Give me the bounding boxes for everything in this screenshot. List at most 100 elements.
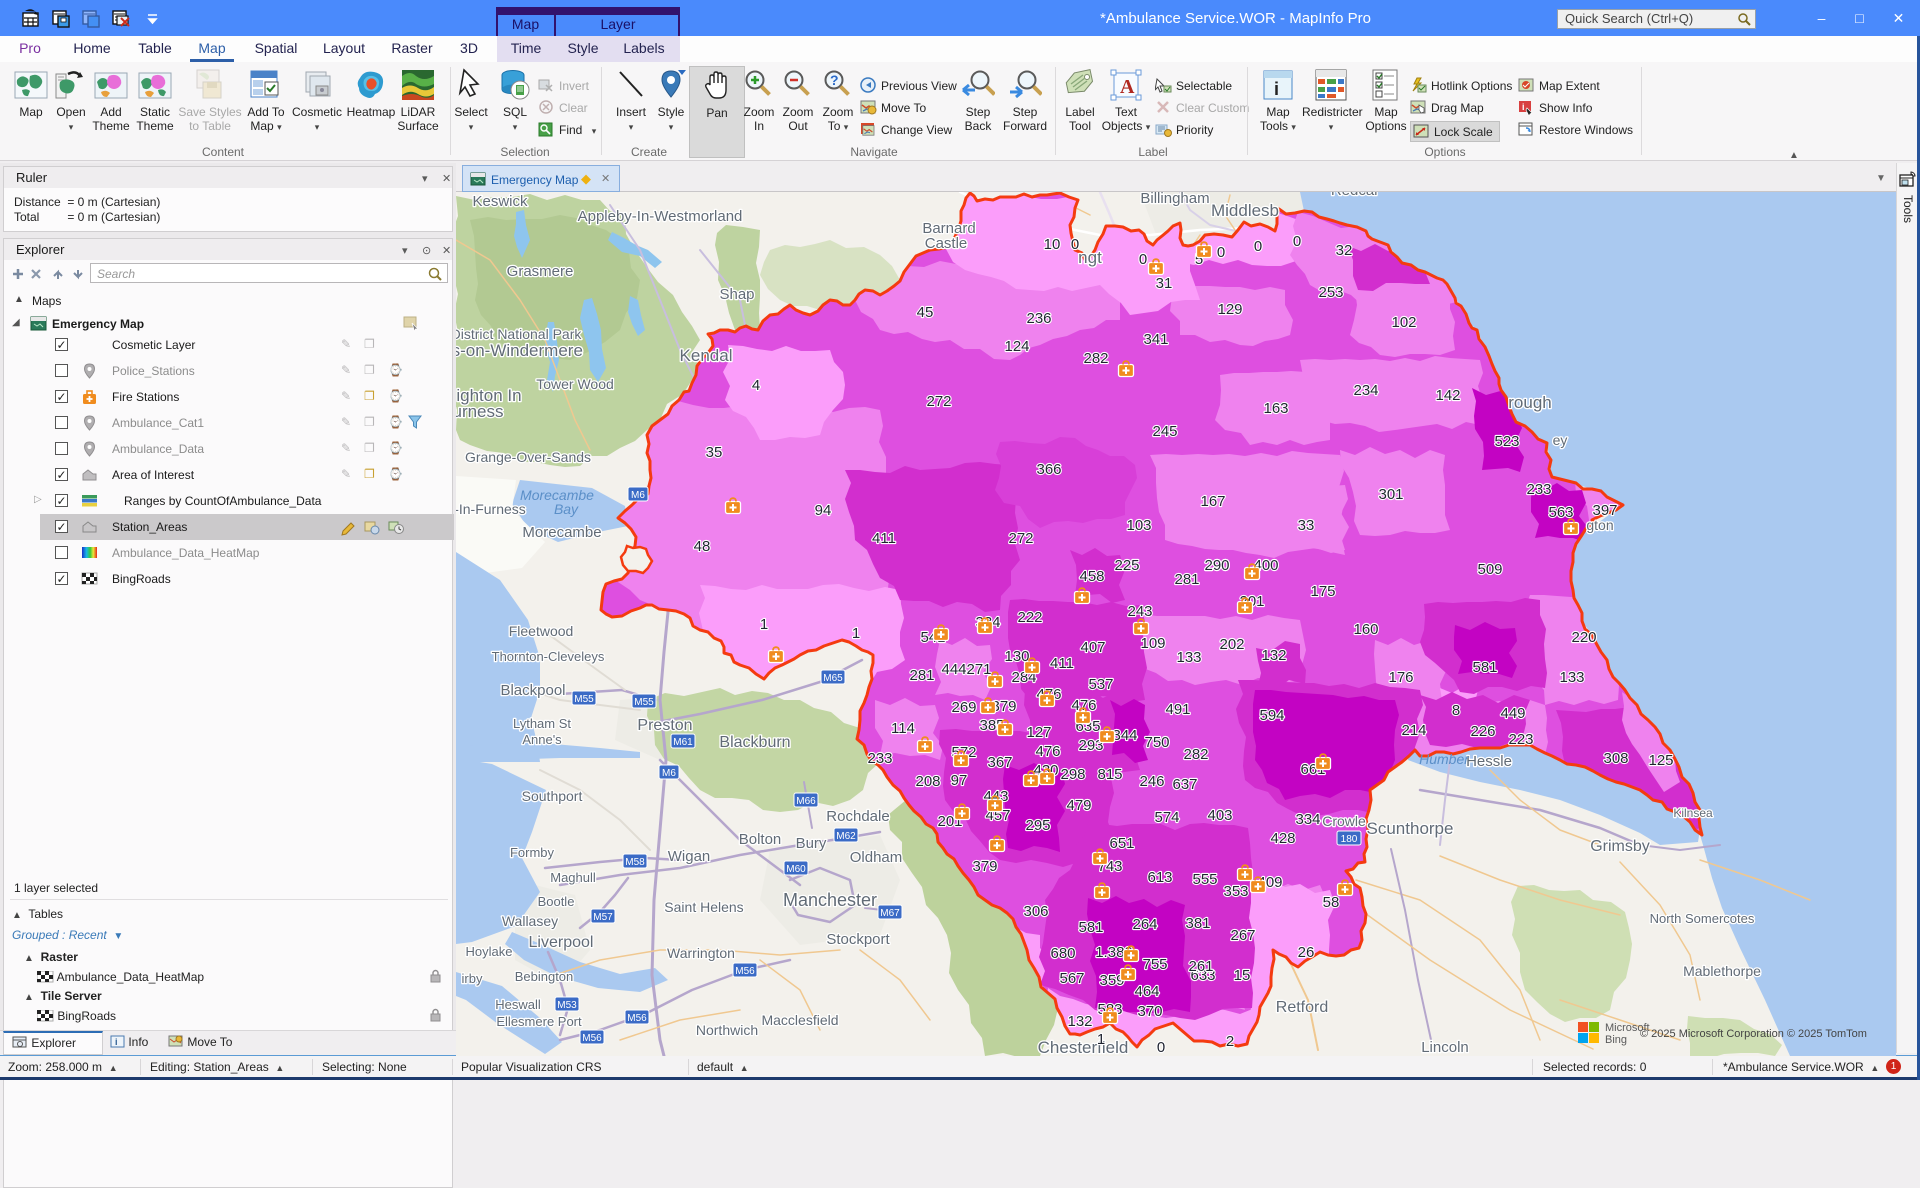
svg-text:574: 574: [1154, 809, 1179, 826]
svg-text:142: 142: [1435, 387, 1460, 404]
svg-text:Morecambe: Morecambe: [522, 524, 601, 541]
svg-text:537: 537: [1088, 676, 1113, 693]
svg-text:127: 127: [1026, 724, 1051, 741]
svg-text:i: i: [115, 1037, 118, 1047]
svg-text:308: 308: [1603, 750, 1628, 767]
svg-text:233: 233: [867, 750, 892, 767]
svg-text:175: 175: [1310, 583, 1335, 600]
svg-text:272: 272: [1008, 530, 1033, 547]
svg-text:449: 449: [1500, 705, 1525, 722]
svg-text:Castle: Castle: [925, 235, 968, 252]
svg-text:Bolton: Bolton: [739, 831, 782, 848]
svg-text:246: 246: [1139, 773, 1164, 790]
svg-text:Macclesfield: Macclesfield: [761, 1012, 838, 1028]
svg-text:Saint Helens: Saint Helens: [664, 899, 743, 915]
svg-text:Appleby-In-Westmorland: Appleby-In-Westmorland: [578, 208, 743, 225]
svg-text:282: 282: [1083, 350, 1108, 367]
svg-text:Rochdale: Rochdale: [826, 808, 889, 825]
svg-text:264: 264: [1132, 916, 1157, 933]
svg-text:Northwich: Northwich: [696, 1022, 758, 1038]
svg-text:32: 32: [1336, 242, 1353, 259]
svg-text:567: 567: [1059, 970, 1084, 987]
svg-text:M60: M60: [786, 864, 806, 875]
svg-text:295: 295: [1025, 817, 1050, 834]
svg-text:133: 133: [1559, 669, 1584, 686]
svg-text:220: 220: [1571, 629, 1596, 646]
svg-text:Wigan: Wigan: [668, 848, 711, 865]
svg-text:rough: rough: [1508, 393, 1551, 412]
svg-text:Shap: Shap: [719, 286, 754, 303]
svg-text:301: 301: [1378, 486, 1403, 503]
svg-text:District National Park: District National Park: [456, 326, 582, 342]
svg-text:Anne's: Anne's: [522, 732, 562, 747]
svg-text:31: 31: [1156, 275, 1173, 292]
svg-text:ngt: ngt: [1078, 248, 1102, 267]
svg-text:637: 637: [1172, 776, 1197, 793]
svg-text:Blackburn: Blackburn: [719, 734, 790, 751]
svg-text:261: 261: [1188, 958, 1213, 975]
svg-text:114: 114: [891, 720, 915, 737]
svg-text:381: 381: [1185, 915, 1210, 932]
svg-text:Lincoln: Lincoln: [1421, 1039, 1469, 1056]
svg-text:109: 109: [1140, 635, 1165, 652]
svg-text:214: 214: [1401, 722, 1426, 739]
svg-text:366: 366: [1036, 461, 1061, 478]
svg-text:0: 0: [1254, 238, 1262, 255]
svg-text:urness: urness: [456, 402, 504, 421]
svg-text:M57: M57: [593, 912, 613, 923]
svg-text:Warrington: Warrington: [667, 945, 735, 961]
svg-text:234: 234: [1353, 382, 1378, 399]
svg-text:208: 208: [915, 773, 940, 790]
svg-text:272: 272: [926, 393, 951, 410]
svg-text:411: 411: [1050, 655, 1074, 672]
svg-text:225: 225: [1114, 557, 1139, 574]
svg-text:267: 267: [1230, 927, 1255, 944]
svg-text:97: 97: [951, 772, 968, 789]
svg-text:407: 407: [1080, 639, 1105, 656]
svg-text:403: 403: [1207, 807, 1232, 824]
svg-text:370: 370: [1137, 1003, 1162, 1020]
svg-text:132: 132: [1261, 647, 1286, 664]
svg-text:Bury: Bury: [796, 835, 827, 852]
svg-text:Kilnsea: Kilnsea: [1673, 806, 1713, 820]
svg-text:irby: irby: [462, 971, 483, 986]
svg-text:Kendal: Kendal: [680, 346, 733, 365]
svg-text:Liverpool: Liverpool: [529, 934, 594, 951]
svg-text:581: 581: [1078, 919, 1103, 936]
svg-text:-In-Furness: -In-Furness: [456, 501, 526, 517]
svg-text:0: 0: [1139, 251, 1147, 268]
svg-text:48: 48: [694, 538, 711, 555]
svg-text:306: 306: [1023, 903, 1048, 920]
svg-text:4: 4: [752, 377, 760, 394]
svg-text:Scunthorpe: Scunthorpe: [1367, 819, 1454, 838]
svg-text:10: 10: [1044, 236, 1061, 253]
svg-text:281: 281: [1174, 571, 1199, 588]
svg-text:523: 523: [1494, 433, 1519, 450]
svg-text:58: 58: [1323, 894, 1340, 911]
svg-text:Bay: Bay: [554, 501, 579, 517]
svg-text:233: 233: [1526, 481, 1551, 498]
svg-text:Grimsby: Grimsby: [1590, 838, 1650, 855]
svg-text:Billingham: Billingham: [1140, 192, 1209, 207]
svg-text:M55: M55: [634, 697, 654, 708]
svg-text:281: 281: [909, 667, 934, 684]
svg-text:555: 555: [1192, 871, 1217, 888]
svg-text:444: 444: [941, 661, 966, 678]
svg-text:35: 35: [706, 444, 723, 461]
svg-text:Middlesb: Middlesb: [1211, 201, 1279, 220]
svg-text:613: 613: [1147, 869, 1172, 886]
svg-text:163: 163: [1263, 400, 1288, 417]
svg-text:Wallasey: Wallasey: [502, 913, 558, 929]
svg-text:245: 245: [1152, 423, 1177, 440]
svg-text:411: 411: [872, 530, 896, 547]
svg-text:Heswall: Heswall: [495, 997, 541, 1012]
svg-text:129: 129: [1217, 301, 1242, 318]
svg-text:253: 253: [1318, 284, 1343, 301]
svg-text:Maghull: Maghull: [550, 870, 596, 885]
svg-text:© 2025 Microsoft Corporation ©: © 2025 Microsoft Corporation © 2025 TomT…: [1640, 1028, 1867, 1040]
svg-text:167: 167: [1200, 493, 1225, 510]
svg-text:397: 397: [1592, 502, 1617, 519]
svg-text:458: 458: [1079, 568, 1104, 585]
svg-text:594: 594: [1259, 707, 1284, 724]
svg-text:1: 1: [852, 625, 860, 642]
